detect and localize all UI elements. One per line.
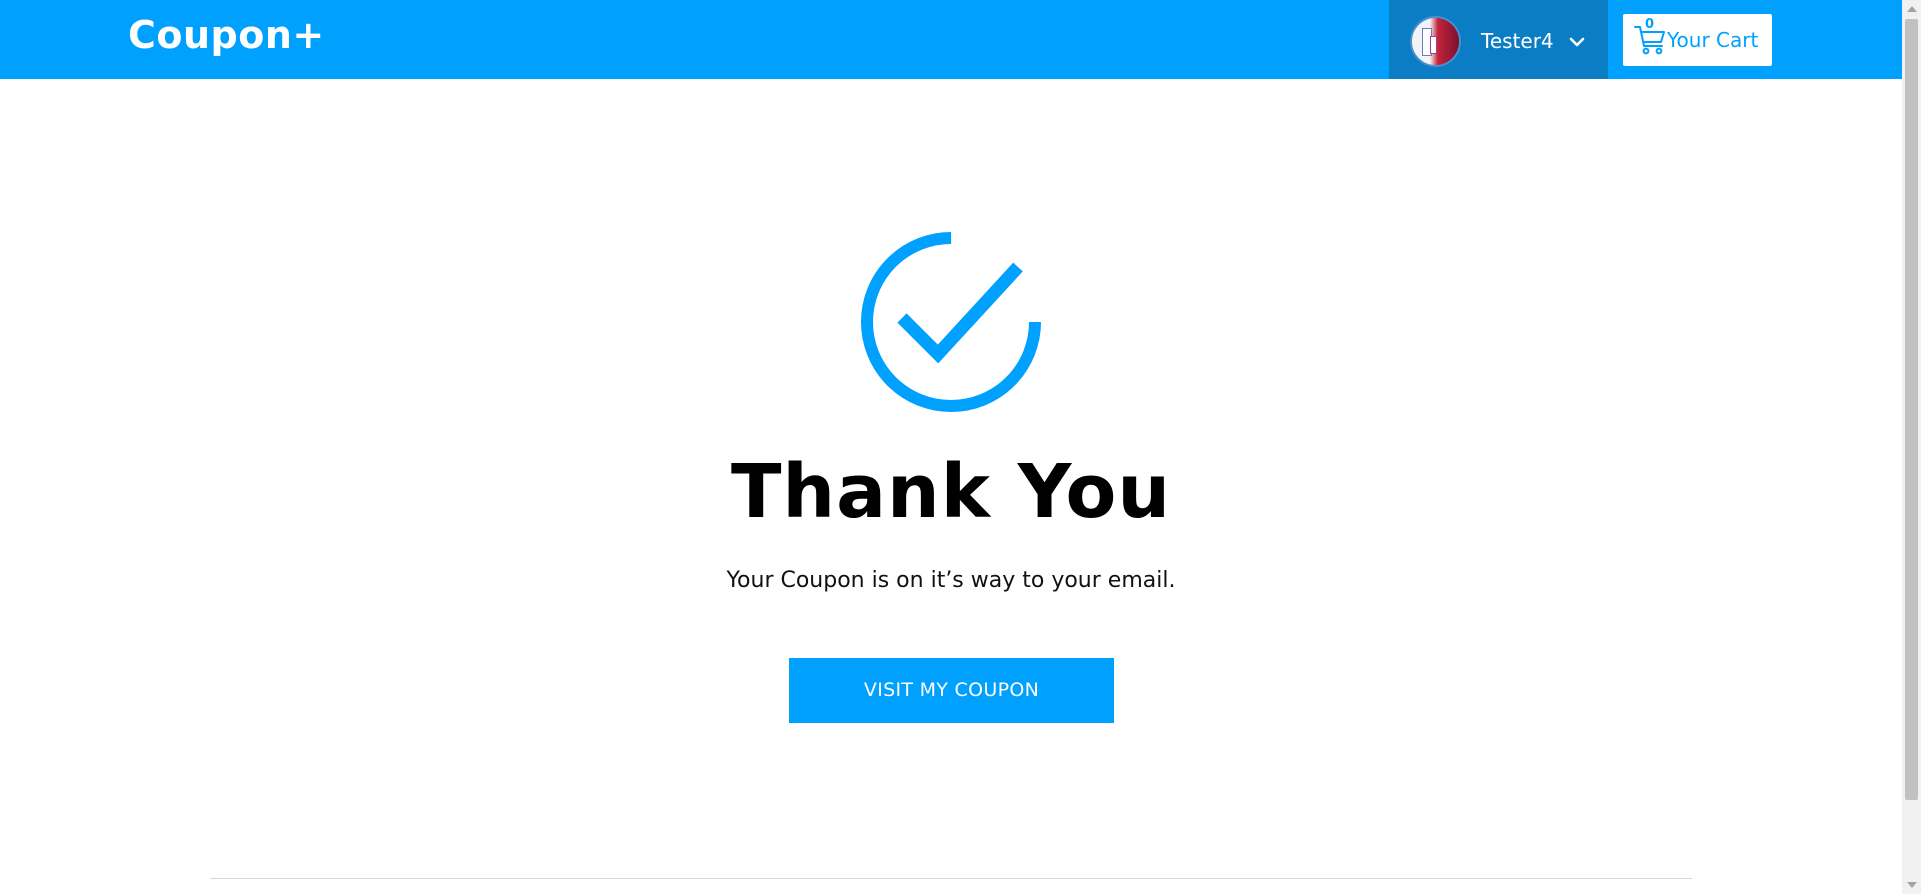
site-logo[interactable]: Coupon+ <box>128 12 325 58</box>
check-circle-graphic <box>861 232 1041 412</box>
cart-label: Your Cart <box>1667 28 1759 52</box>
top-navbar: Coupon+ Tester4 0 Your Cart <box>0 0 1902 79</box>
avatar-graphic-detail <box>1430 36 1437 54</box>
cart-count-badge: 0 <box>1645 17 1655 32</box>
scrollbar-thumb[interactable] <box>1905 19 1918 800</box>
confirmation-message: Your Coupon is on it’s way to your email… <box>726 568 1176 593</box>
page: Coupon+ Tester4 0 Your Cart Thank You Yo… <box>0 0 1902 894</box>
page-title: Thank You <box>730 449 1172 535</box>
cart-button[interactable]: 0 Your Cart <box>1623 14 1772 66</box>
user-name: Tester4 <box>1481 29 1554 53</box>
scroll-down-arrow-icon[interactable] <box>1907 882 1917 888</box>
scroll-up-arrow-icon[interactable] <box>1907 6 1917 12</box>
avatar <box>1410 16 1461 67</box>
vertical-scrollbar[interactable] <box>1902 0 1921 894</box>
chevron-down-icon <box>1569 37 1585 47</box>
check-circle-icon <box>856 227 1046 417</box>
browser-viewport: Coupon+ Tester4 0 Your Cart Thank You Yo… <box>0 0 1921 894</box>
visit-coupon-button[interactable]: VISIT MY COUPON <box>789 658 1114 723</box>
footer-divider <box>210 878 1692 879</box>
user-menu[interactable]: Tester4 <box>1389 0 1608 79</box>
